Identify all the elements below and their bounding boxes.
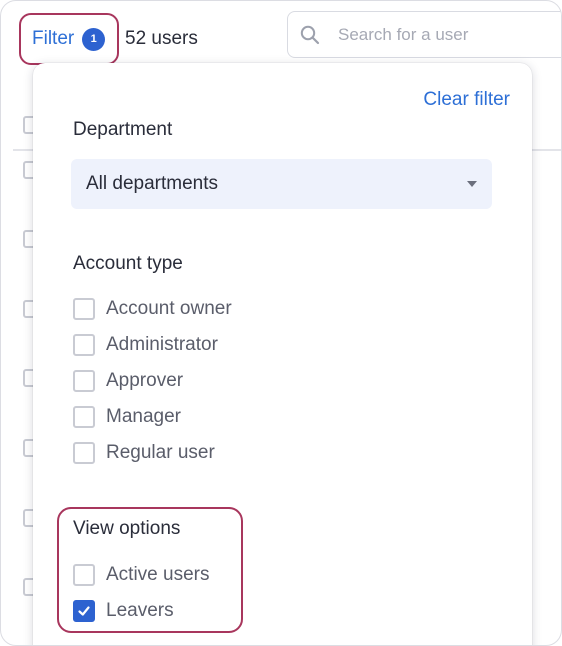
filter-count-badge: 1	[82, 27, 106, 51]
department-select[interactable]: All departments	[71, 159, 492, 209]
department-heading: Department	[73, 119, 173, 140]
department-select-value: All departments	[86, 173, 219, 194]
filter-panel: Clear filter Department All departments …	[33, 63, 532, 645]
clear-filter-link[interactable]: Clear filter	[423, 89, 510, 111]
filter-button[interactable]: Filter 1	[19, 13, 119, 65]
user-list-window: Filter 1 52 users Clear filter Departmen…	[0, 0, 562, 646]
check-icon	[78, 606, 90, 616]
option-label: Regular user	[106, 442, 215, 463]
active-users-checkbox[interactable]	[73, 564, 95, 586]
account-type-option-account-owner[interactable]: Account owner	[73, 295, 232, 323]
option-label: Administrator	[106, 334, 218, 355]
regular-user-checkbox[interactable]	[73, 442, 95, 464]
user-count: 52 users	[125, 28, 198, 49]
filter-button-label: Filter	[32, 28, 75, 49]
view-option-leavers[interactable]: Leavers	[73, 597, 174, 625]
option-label: Leavers	[106, 600, 174, 621]
view-options-heading: View options	[73, 518, 181, 539]
manager-checkbox[interactable]	[73, 406, 95, 428]
option-label: Active users	[106, 564, 210, 585]
account-type-option-approver[interactable]: Approver	[73, 367, 183, 395]
account-type-option-administrator[interactable]: Administrator	[73, 331, 218, 359]
search-box[interactable]	[287, 11, 561, 58]
search-icon	[300, 24, 322, 46]
search-input[interactable]	[338, 24, 558, 45]
account-type-heading: Account type	[73, 253, 183, 274]
approver-checkbox[interactable]	[73, 370, 95, 392]
option-label: Account owner	[106, 298, 232, 319]
view-option-active-users[interactable]: Active users	[73, 561, 209, 589]
caret-down-icon	[467, 181, 477, 187]
leavers-checkbox[interactable]	[73, 600, 95, 622]
account-type-option-regular-user[interactable]: Regular user	[73, 439, 215, 467]
option-label: Approver	[106, 370, 184, 391]
account-type-option-manager[interactable]: Manager	[73, 403, 181, 431]
option-label: Manager	[106, 406, 181, 427]
account-owner-checkbox[interactable]	[73, 298, 95, 320]
administrator-checkbox[interactable]	[73, 334, 95, 356]
